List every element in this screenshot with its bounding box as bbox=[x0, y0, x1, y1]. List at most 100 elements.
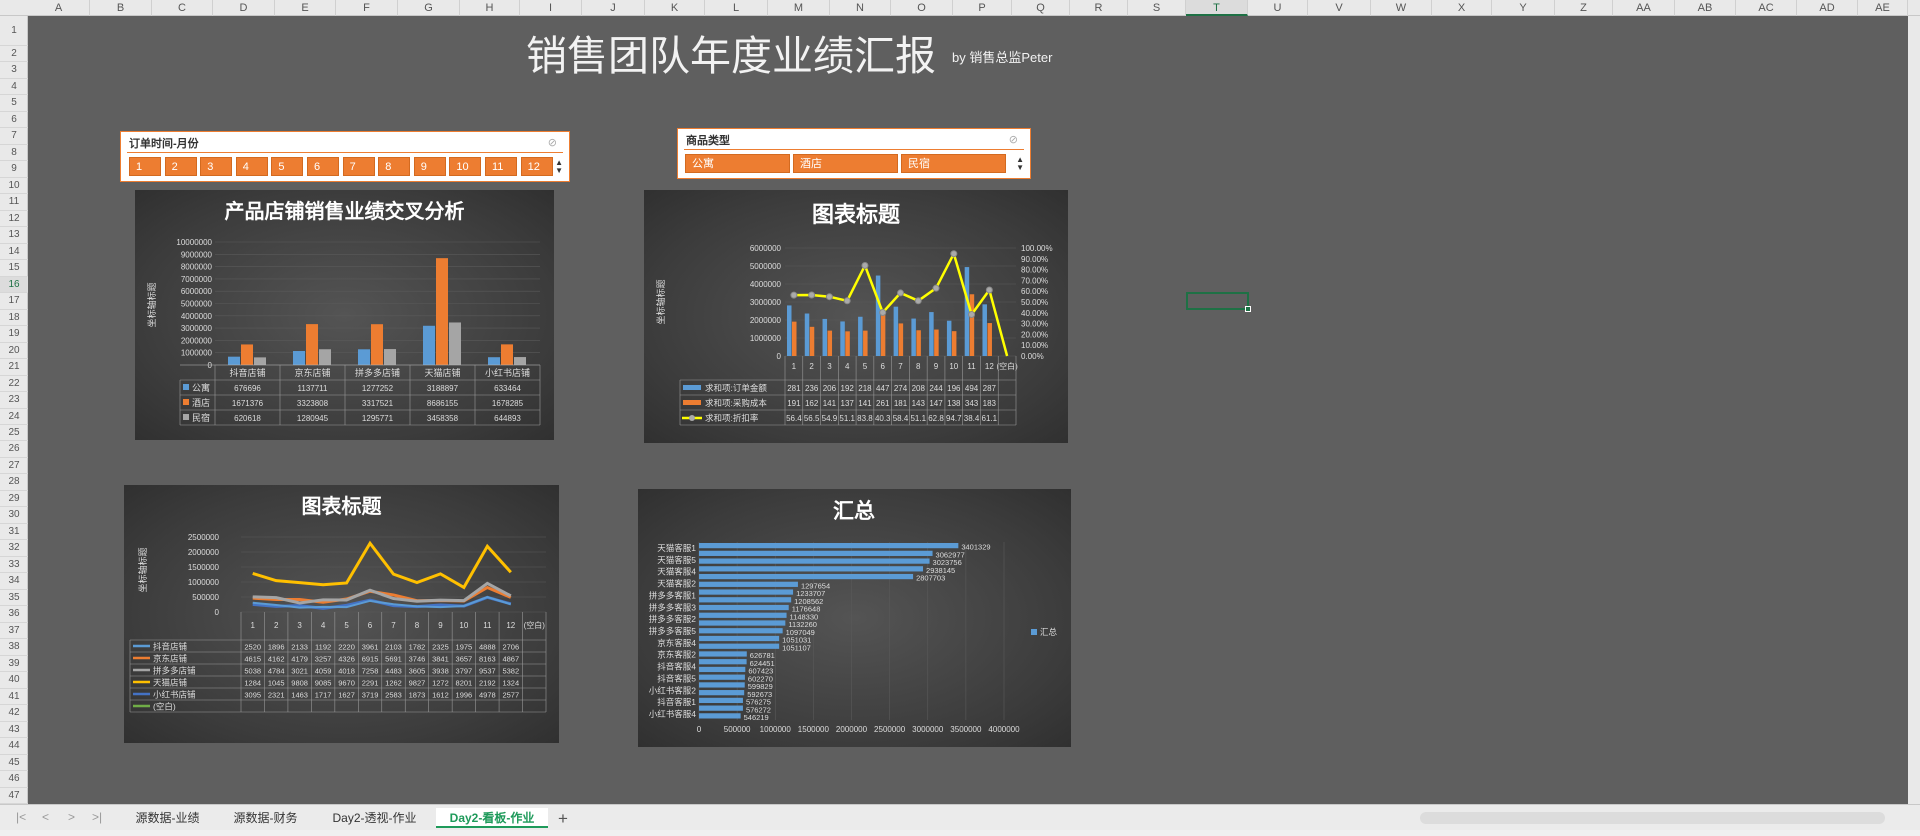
row-header-34[interactable]: 34 bbox=[0, 573, 28, 590]
row-header-5[interactable]: 5 bbox=[0, 95, 28, 112]
row-header-14[interactable]: 14 bbox=[0, 244, 28, 261]
column-header-L[interactable]: L bbox=[705, 0, 768, 16]
horizontal-scrollbar[interactable] bbox=[1420, 812, 1885, 824]
month-item-8[interactable]: 8 bbox=[378, 157, 411, 176]
column-header-V[interactable]: V bbox=[1308, 0, 1371, 16]
row-header-10[interactable]: 10 bbox=[0, 178, 28, 195]
slicer-scroll-icon[interactable]: ▲ ▼ bbox=[1016, 156, 1024, 172]
row-header-41[interactable]: 41 bbox=[0, 689, 28, 706]
sheet-tab-1[interactable]: 源数据-财务 bbox=[218, 808, 313, 828]
row-header-9[interactable]: 9 bbox=[0, 161, 28, 178]
vertical-scrollbar[interactable] bbox=[1908, 16, 1920, 804]
row-header-7[interactable]: 7 bbox=[0, 128, 28, 145]
row-header-39[interactable]: 39 bbox=[0, 656, 28, 673]
column-header-G[interactable]: G bbox=[398, 0, 460, 16]
row-header-20[interactable]: 20 bbox=[0, 343, 28, 360]
month-item-5[interactable]: 5 bbox=[271, 157, 304, 176]
month-slicer[interactable]: 订单时间-月份 ⊘ 1 2 3 4 5 6 7 8 9 10 11 12 ▲ ▼ bbox=[120, 131, 570, 182]
service-summary-chart[interactable]: 汇总 0 500000 1000000 1500000 2000000 2500000 300… bbox=[638, 489, 1071, 747]
row-header-21[interactable]: 21 bbox=[0, 359, 28, 376]
column-header-AA[interactable]: AA bbox=[1613, 0, 1675, 16]
column-header-F[interactable]: F bbox=[336, 0, 398, 16]
column-header-R[interactable]: R bbox=[1070, 0, 1128, 16]
column-header-T[interactable]: T bbox=[1186, 0, 1248, 16]
column-header-Y[interactable]: Y bbox=[1492, 0, 1555, 16]
monthly-order-chart[interactable]: 图表标题 坐标轴标题 6000000 5000000 4000000 3000000 200… bbox=[644, 190, 1068, 443]
active-cell-selection[interactable] bbox=[1186, 292, 1249, 310]
store-trend-chart[interactable]: 图表标题 坐标轴标题 2500000 2000000 1500000 1000000 500… bbox=[124, 485, 559, 743]
row-header-23[interactable]: 23 bbox=[0, 392, 28, 409]
column-header-M[interactable]: M bbox=[768, 0, 830, 16]
last-sheet-icon[interactable]: >| bbox=[92, 810, 102, 824]
month-item-12[interactable]: 12 bbox=[520, 157, 553, 176]
prev-sheet-icon[interactable]: < bbox=[42, 810, 49, 824]
row-header-19[interactable]: 19 bbox=[0, 326, 28, 343]
row-header-3[interactable]: 3 bbox=[0, 62, 28, 79]
slicer-scroll-icon[interactable]: ▲ ▼ bbox=[555, 159, 563, 175]
row-header-27[interactable]: 27 bbox=[0, 458, 28, 475]
month-item-9[interactable]: 9 bbox=[413, 157, 446, 176]
column-header-D[interactable]: D bbox=[213, 0, 275, 16]
row-header-24[interactable]: 24 bbox=[0, 409, 28, 425]
column-header-I[interactable]: I bbox=[520, 0, 582, 16]
month-item-4[interactable]: 4 bbox=[235, 157, 268, 176]
sheet-tab-2[interactable]: Day2-透视-作业 bbox=[316, 808, 433, 828]
row-header-25[interactable]: 25 bbox=[0, 425, 28, 442]
column-header-P[interactable]: P bbox=[953, 0, 1012, 16]
row-header-35[interactable]: 35 bbox=[0, 590, 28, 607]
row-header-44[interactable]: 44 bbox=[0, 738, 28, 755]
row-header-31[interactable]: 31 bbox=[0, 524, 28, 541]
row-header-16[interactable]: 16 bbox=[0, 276, 28, 294]
row-header-36[interactable]: 36 bbox=[0, 606, 28, 623]
month-item-10[interactable]: 10 bbox=[449, 157, 482, 176]
column-header-AE[interactable]: AE bbox=[1858, 0, 1908, 16]
column-header-U[interactable]: U bbox=[1248, 0, 1308, 16]
column-header-Z[interactable]: Z bbox=[1555, 0, 1613, 16]
type-item-2[interactable]: 民宿 bbox=[901, 154, 1006, 173]
row-header-13[interactable]: 13 bbox=[0, 227, 28, 244]
row-header-45[interactable]: 45 bbox=[0, 755, 28, 772]
column-header-X[interactable]: X bbox=[1432, 0, 1492, 16]
row-header-43[interactable]: 43 bbox=[0, 722, 28, 739]
row-header-1[interactable]: 1 bbox=[0, 16, 28, 46]
column-header-C[interactable]: C bbox=[152, 0, 213, 16]
row-header-42[interactable]: 42 bbox=[0, 705, 28, 722]
column-header-N[interactable]: N bbox=[830, 0, 891, 16]
row-header-37[interactable]: 37 bbox=[0, 623, 28, 640]
row-header-12[interactable]: 12 bbox=[0, 211, 28, 228]
row-header-28[interactable]: 28 bbox=[0, 474, 28, 491]
row-header-2[interactable]: 2 bbox=[0, 46, 28, 63]
row-header-4[interactable]: 4 bbox=[0, 79, 28, 96]
clear-filter-icon[interactable]: ⊘ bbox=[548, 136, 557, 149]
row-header-40[interactable]: 40 bbox=[0, 672, 28, 689]
month-item-2[interactable]: 2 bbox=[164, 157, 197, 176]
next-sheet-icon[interactable]: > bbox=[68, 810, 75, 824]
row-header-17[interactable]: 17 bbox=[0, 293, 28, 310]
clear-filter-icon[interactable]: ⊘ bbox=[1009, 133, 1018, 146]
column-header-AC[interactable]: AC bbox=[1736, 0, 1797, 16]
row-header-46[interactable]: 46 bbox=[0, 771, 28, 788]
column-header-AB[interactable]: AB bbox=[1675, 0, 1736, 16]
month-item-11[interactable]: 11 bbox=[485, 157, 517, 176]
month-item-3[interactable]: 3 bbox=[200, 157, 233, 176]
row-header-38[interactable]: 38 bbox=[0, 639, 28, 656]
row-header-29[interactable]: 29 bbox=[0, 491, 28, 508]
month-item-6[interactable]: 6 bbox=[307, 157, 339, 176]
row-header-18[interactable]: 18 bbox=[0, 310, 28, 327]
row-header-47[interactable]: 47 bbox=[0, 788, 28, 804]
column-header-O[interactable]: O bbox=[891, 0, 953, 16]
row-header-8[interactable]: 8 bbox=[0, 145, 28, 162]
row-header-30[interactable]: 30 bbox=[0, 507, 28, 524]
row-header-15[interactable]: 15 bbox=[0, 260, 28, 277]
column-header-AD[interactable]: AD bbox=[1797, 0, 1858, 16]
column-header-W[interactable]: W bbox=[1371, 0, 1432, 16]
column-header-S[interactable]: S bbox=[1128, 0, 1186, 16]
column-header-H[interactable]: H bbox=[460, 0, 520, 16]
row-header-11[interactable]: 11 bbox=[0, 194, 28, 211]
store-sales-chart[interactable]: 产品店铺销售业绩交叉分析 坐标轴标题 10000000 9000000 8000000 7… bbox=[135, 190, 554, 440]
row-header-6[interactable]: 6 bbox=[0, 112, 28, 129]
first-sheet-icon[interactable]: |< bbox=[16, 810, 26, 824]
sheet-tab-0[interactable]: 源数据-业绩 bbox=[120, 808, 215, 828]
row-header-32[interactable]: 32 bbox=[0, 540, 28, 557]
column-header-J[interactable]: J bbox=[582, 0, 645, 16]
